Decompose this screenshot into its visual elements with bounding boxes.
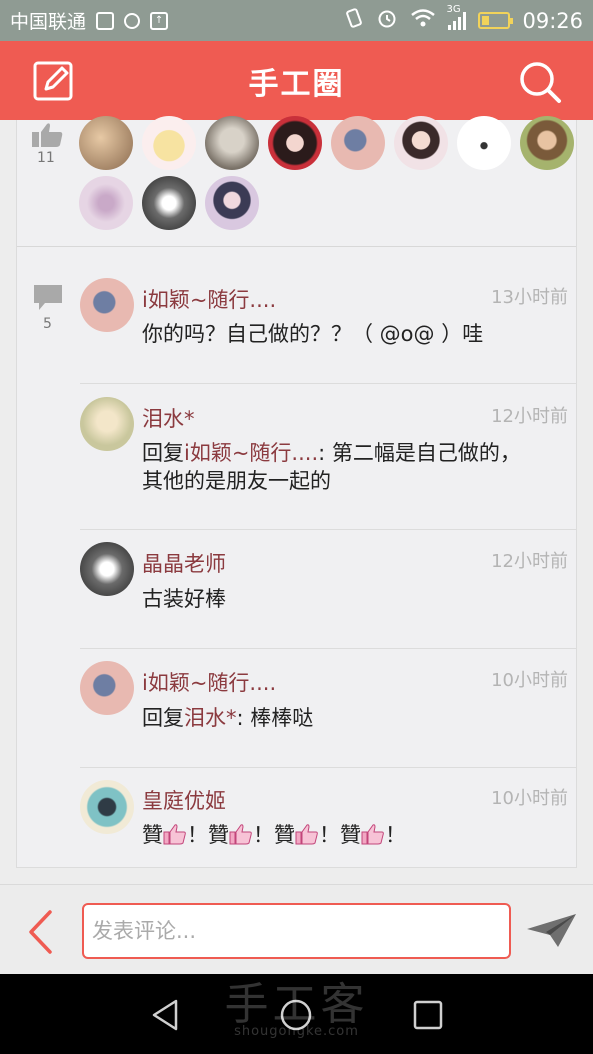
avatar[interactable]: [80, 542, 134, 596]
image-notification-icon: [96, 11, 115, 30]
avatar[interactable]: [394, 116, 448, 170]
comment-item: i如颖~随行.... 10小时前 回复泪水*: 棒棒哒: [80, 649, 576, 768]
avatar[interactable]: [80, 278, 134, 332]
carrier-label: 中国联通: [10, 11, 87, 33]
avatar[interactable]: [331, 116, 385, 170]
avatar[interactable]: [268, 116, 322, 170]
status-bar: 中国联通 ↑ 3G 09:26: [0, 0, 593, 41]
system-nav-bar: [0, 974, 593, 1054]
avatar[interactable]: [520, 116, 574, 170]
nav-back-icon[interactable]: [148, 998, 182, 1032]
header-bar: 手工圈: [0, 41, 593, 120]
comment-author[interactable]: 晶晶老师: [142, 548, 226, 578]
avatar[interactable]: [205, 176, 259, 230]
network-type-label: 3G: [446, 3, 461, 15]
search-button[interactable]: [517, 59, 563, 105]
upload-icon: ↑: [150, 11, 169, 30]
comment-author[interactable]: i如颖~随行....: [142, 284, 276, 314]
text-fragment: ！: [385, 823, 406, 847]
battery-icon: [478, 12, 514, 29]
comment-text: 回复i如颖~随行....: 第二幅是自己做的，其他的是朋友一起的: [142, 439, 522, 495]
speech-bubble-icon: [34, 285, 62, 310]
text-fragment: 贊: [142, 823, 163, 847]
comment-item: 皇庭优姬 10小时前 贊 ！贊 ！贊 ！贊 ！: [80, 768, 576, 868]
signal-icon: 3G: [446, 4, 467, 30]
comment-input-bar: [0, 884, 593, 974]
comment-time: 13小时前: [491, 287, 568, 308]
alarm-icon: [376, 7, 398, 34]
comment-input[interactable]: [82, 903, 511, 959]
comment-item: 泪水* 12小时前 回复i如颖~随行....: 第二幅是自己做的，其他的是朋友一…: [80, 384, 576, 530]
liker-avatars-row-2: [79, 176, 259, 230]
reply-mention[interactable]: 泪水*: [184, 706, 237, 730]
send-paper-plane-icon: [527, 914, 576, 947]
avatar[interactable]: [79, 176, 133, 230]
search-icon: [520, 62, 561, 103]
text-fragment: ！贊: [319, 823, 361, 847]
text-fragment: ！贊: [253, 823, 295, 847]
send-button[interactable]: [526, 913, 578, 949]
avatar[interactable]: [80, 661, 134, 715]
comment-author[interactable]: i如颖~随行....: [142, 667, 276, 697]
text-fragment: ！贊: [187, 823, 229, 847]
comment-item: i如颖~随行.... 13小时前 你的吗？自己做的？？（ @o@ ）哇: [80, 265, 576, 384]
avatar[interactable]: [457, 116, 511, 170]
comment-text: 贊 ！贊 ！贊 ！贊 ！: [142, 821, 522, 849]
thumbs-up-emoji-icon: [361, 824, 384, 845]
thumbs-up-emoji-icon: [229, 824, 252, 845]
page-title: 手工圈: [248, 66, 345, 102]
comment-author[interactable]: 皇庭优姬: [142, 785, 226, 815]
avatar[interactable]: [80, 780, 134, 834]
avatar[interactable]: [79, 116, 133, 170]
comment-time: 10小时前: [491, 670, 568, 691]
likes-section: 11: [17, 116, 576, 247]
avatar[interactable]: [205, 116, 259, 170]
reply-prefix: 回复: [142, 706, 184, 730]
avatar[interactable]: [80, 397, 134, 451]
reply-mention[interactable]: i如颖~随行....: [184, 441, 318, 465]
comment-text: 你的吗？自己做的？？（ @o@ ）哇: [142, 322, 484, 346]
nav-recents-icon[interactable]: [411, 998, 445, 1032]
thumbs-up-emoji-icon: [163, 824, 186, 845]
thumbs-up-emoji-icon: [295, 824, 318, 845]
comment-time: 10小时前: [491, 788, 568, 809]
reply-body: : 棒棒哒: [236, 706, 314, 730]
status-left-icons: ↑: [96, 11, 169, 30]
post-interactions-card: 11 5 i如颖~随行.... 13小时前 你的吗？自己做的？？（ @o@ ）哇…: [16, 116, 577, 868]
like-count: 11: [37, 150, 55, 166]
comment-time: 12小时前: [491, 406, 568, 427]
nav-home-icon[interactable]: [279, 998, 313, 1032]
edit-icon: [33, 61, 73, 101]
avatar[interactable]: [142, 116, 196, 170]
status-right-icons: 3G 09:26: [344, 4, 583, 34]
comment-item: 晶晶老师 12小时前 古装好棒: [80, 530, 576, 649]
comment-text: 古装好棒: [142, 587, 226, 611]
comment-author[interactable]: 泪水*: [142, 403, 195, 433]
wifi-icon: [410, 8, 436, 33]
avatar[interactable]: [142, 176, 196, 230]
comment-text: 回复泪水*: 棒棒哒: [142, 704, 522, 732]
thumbs-up-icon: [32, 123, 63, 147]
comment-count: 5: [43, 316, 52, 332]
clock: 09:26: [522, 8, 583, 33]
reply-prefix: 回复: [142, 441, 184, 465]
comment-time: 12小时前: [491, 551, 568, 572]
back-button[interactable]: [26, 909, 54, 955]
chevron-left-icon: [29, 910, 52, 954]
vibrate-icon: [344, 8, 364, 33]
sync-icon: [124, 12, 141, 29]
edit-button[interactable]: [32, 59, 76, 103]
liker-avatars-row-1: [79, 116, 574, 170]
